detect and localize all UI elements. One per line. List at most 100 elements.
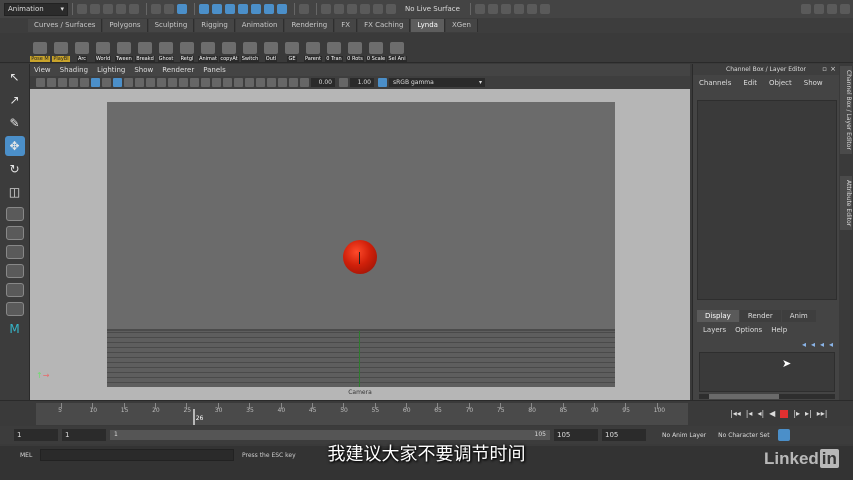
shelf-button[interactable]: GE (282, 34, 302, 62)
step-back-key-icon[interactable]: ◂| (757, 409, 764, 418)
ambient-occlusion-icon[interactable] (223, 78, 232, 87)
shelf-button[interactable]: Ghost (156, 34, 176, 62)
shadows-icon[interactable] (212, 78, 221, 87)
channel-menu-channels[interactable]: Channels (699, 79, 731, 87)
outliner-layout-icon[interactable] (5, 264, 24, 278)
graph-layout-icon[interactable] (5, 283, 24, 297)
isolate-select-icon[interactable] (267, 78, 276, 87)
shelf-button[interactable]: Switch (240, 34, 260, 62)
selection-mask-icon[interactable] (199, 4, 209, 14)
selection-mask-icon[interactable] (264, 4, 274, 14)
snap-curve-icon[interactable] (334, 4, 344, 14)
shelf-button[interactable]: Tween (114, 34, 134, 62)
shelf-tab[interactable]: XGen (445, 19, 478, 32)
layer-list[interactable]: ➤ (699, 352, 835, 392)
shelf-button[interactable]: Parent (303, 34, 323, 62)
side-tab-channel-box[interactable]: Channel Box / Layer Editor (840, 66, 852, 154)
range-slider-track[interactable]: 1 105 (110, 430, 550, 440)
select-tool-icon[interactable]: ↖ (5, 67, 25, 87)
safe-title-icon[interactable] (146, 78, 155, 87)
viewport-menu-shading[interactable]: Shading (60, 66, 88, 74)
channel-list[interactable] (697, 100, 837, 300)
undo-icon[interactable] (116, 4, 126, 14)
shelf-button[interactable]: Outl (261, 34, 281, 62)
gate-mask-icon[interactable] (113, 78, 122, 87)
snap-grid-icon[interactable] (321, 4, 331, 14)
character-set-select[interactable]: No Character Set (718, 432, 769, 439)
side-tab-attribute-editor[interactable]: Attribute Editor (840, 176, 852, 231)
snap-point-icon[interactable] (347, 4, 357, 14)
hypershade-icon[interactable] (513, 4, 524, 14)
render-view-icon[interactable] (526, 4, 537, 14)
viewport-menu-lighting[interactable]: Lighting (97, 66, 125, 74)
shelf-button[interactable]: 0 Scale (365, 34, 387, 62)
select-object-icon[interactable] (164, 4, 174, 14)
layer-menu-help[interactable]: Help (771, 326, 787, 334)
field-chart-icon[interactable] (124, 78, 133, 87)
step-back-frame-icon[interactable]: |◂ (746, 409, 753, 418)
shelf-tab[interactable]: Rendering (285, 19, 335, 32)
snap-view-icon[interactable] (360, 4, 370, 14)
live-surface-label[interactable]: No Live Surface (405, 5, 460, 13)
layer-list-scrollbar[interactable] (699, 394, 835, 399)
shelf-button[interactable]: copyAt (219, 34, 239, 62)
toggle-panel-icon[interactable] (539, 4, 550, 14)
film-gate-icon[interactable] (91, 78, 100, 87)
shelf-button[interactable]: Arc (72, 34, 92, 62)
redo-icon[interactable] (129, 4, 139, 14)
sidebar-toggle-icon[interactable] (814, 4, 824, 14)
ipr-render-icon[interactable] (487, 4, 498, 14)
shelf-tab[interactable]: Animation (235, 19, 285, 32)
custom-layout-icon[interactable] (5, 302, 24, 316)
shelf-tab[interactable]: Sculpting (148, 19, 195, 32)
sidebar-toggle-icon[interactable] (840, 4, 850, 14)
shelf-button[interactable]: 0 Rots (345, 34, 365, 62)
channel-menu-edit[interactable]: Edit (743, 79, 757, 87)
two-view-layout-icon[interactable] (5, 245, 24, 259)
move-layer-down-icon[interactable]: ◂ (811, 340, 815, 349)
single-view-layout-icon[interactable] (5, 207, 24, 221)
shelf-button[interactable]: Pose M (30, 34, 50, 62)
resolution-gate-icon[interactable] (102, 78, 111, 87)
shelf-tab-active[interactable]: Lynda (411, 19, 445, 32)
bookmark-icon[interactable] (58, 78, 67, 87)
lights-icon[interactable] (201, 78, 210, 87)
layer-tab-display[interactable]: Display (697, 310, 739, 322)
viewport-menu-renderer[interactable]: Renderer (162, 66, 194, 74)
go-to-start-icon[interactable]: |◂◂ (730, 409, 741, 418)
new-layer-selected-icon[interactable]: ◂ (829, 340, 833, 349)
snap-surface-icon[interactable] (373, 4, 383, 14)
layer-tab-render[interactable]: Render (739, 310, 781, 322)
shelf-tab[interactable]: FX (335, 19, 358, 32)
anti-aliasing-icon[interactable] (245, 78, 254, 87)
four-view-layout-icon[interactable] (5, 226, 24, 240)
move-layer-up-icon[interactable]: ◂ (802, 340, 806, 349)
shelf-tab[interactable]: Curves / Surfaces (28, 19, 103, 32)
scale-tool-icon[interactable]: ◫ (5, 182, 25, 202)
close-icon[interactable]: × (830, 64, 836, 75)
color-management-icon[interactable] (378, 78, 387, 87)
selection-mask-icon[interactable] (225, 4, 235, 14)
menu-set-select[interactable]: Animation (4, 2, 68, 16)
float-panel-icon[interactable]: ▫ (822, 64, 827, 75)
shelf-tab[interactable]: Polygons (103, 19, 148, 32)
timeline-ruler[interactable]: 5 10 15 20 25 30 35 40 45 50 55 60 65 70 75 80 85 90 95 100… (36, 403, 688, 425)
render-settings-icon[interactable] (500, 4, 511, 14)
image-plane-icon[interactable] (69, 78, 78, 87)
smooth-shade-icon[interactable] (168, 78, 177, 87)
lasso-tool-icon[interactable]: ↗ (5, 90, 25, 110)
sidebar-toggle-icon[interactable] (827, 4, 837, 14)
motion-blur-icon[interactable] (234, 78, 243, 87)
exposure-field[interactable]: 0.00 (311, 78, 335, 87)
play-backwards-icon[interactable]: ◀ (769, 409, 775, 418)
depth-of-field-icon[interactable] (256, 78, 265, 87)
xray-joints-icon[interactable] (289, 78, 298, 87)
sidebar-toggle-icon[interactable] (801, 4, 811, 14)
layer-menu-options[interactable]: Options (735, 326, 762, 334)
go-to-end-icon[interactable]: ▸▸| (817, 409, 828, 418)
viewport-menu-show[interactable]: Show (134, 66, 153, 74)
selection-mask-icon[interactable] (277, 4, 287, 14)
shelf-tab[interactable]: Rigging (195, 19, 235, 32)
magnet-icon[interactable] (386, 4, 396, 14)
render-frame-icon[interactable] (474, 4, 485, 14)
